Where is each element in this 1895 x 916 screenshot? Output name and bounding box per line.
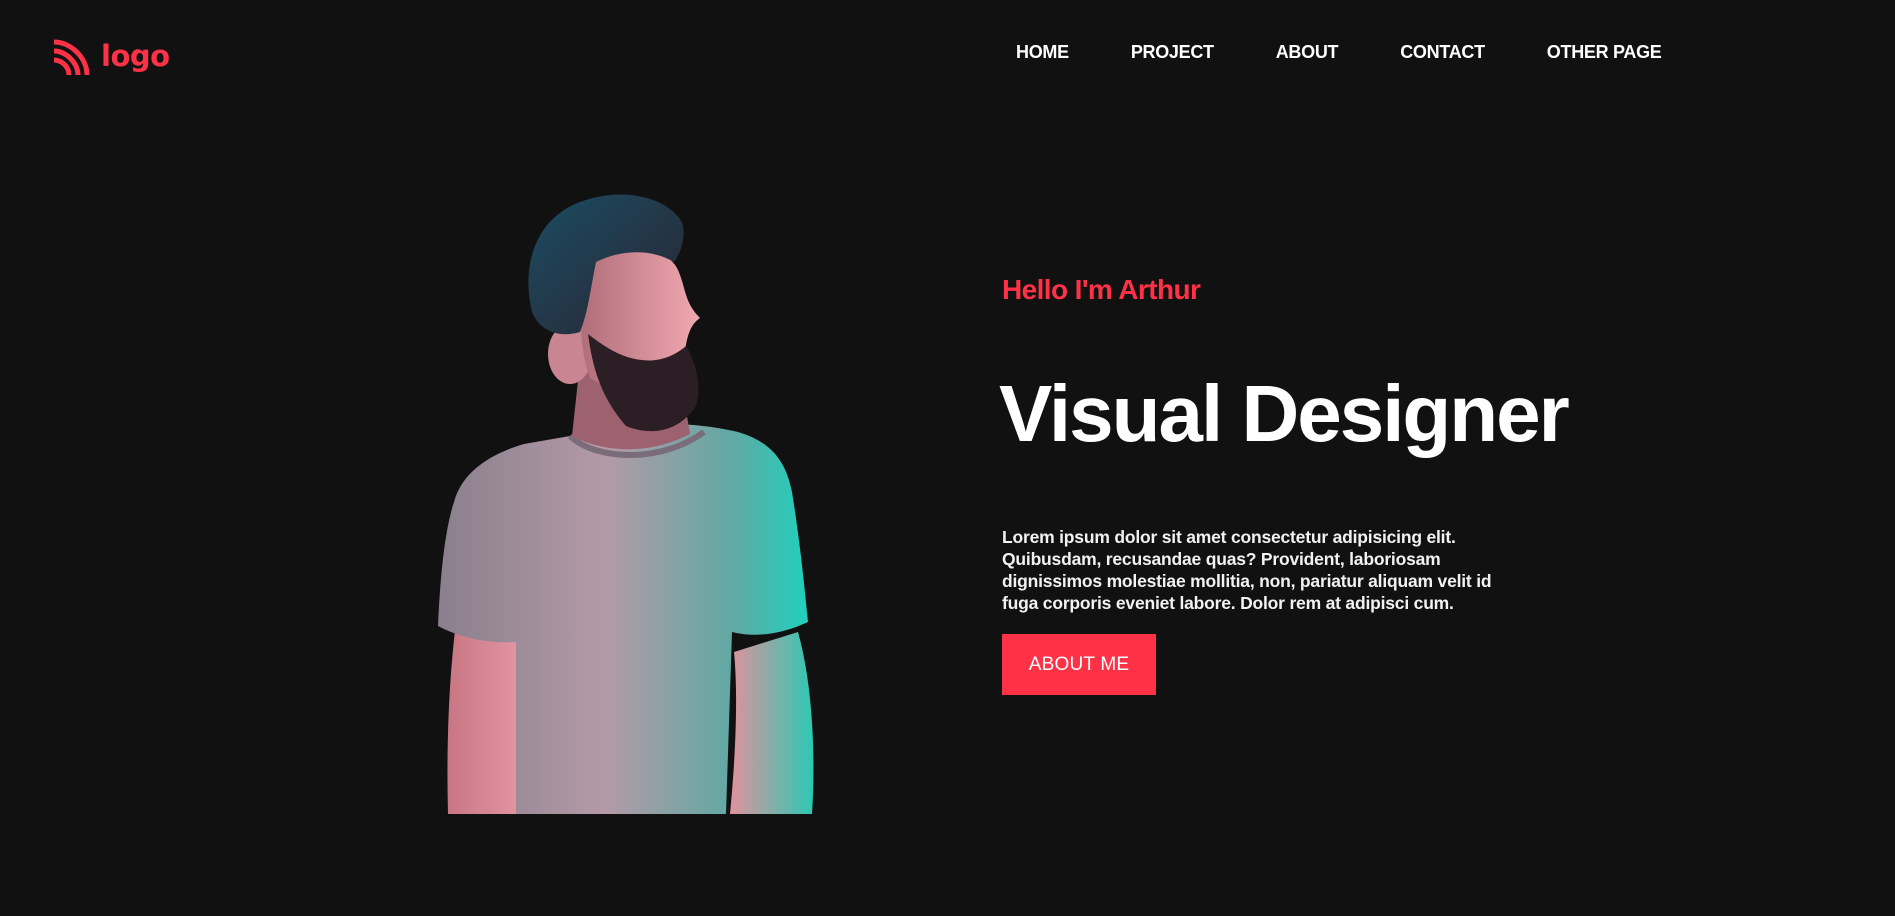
nav-item-project[interactable]: PROJECT xyxy=(1131,42,1214,63)
about-me-button[interactable]: ABOUT ME xyxy=(1002,634,1156,695)
wifi-arcs-icon xyxy=(53,39,90,76)
nav-item-contact[interactable]: CONTACT xyxy=(1400,42,1485,63)
main-nav: HOME PROJECT ABOUT CONTACT OTHER PAGE xyxy=(1016,42,1662,63)
nav-item-home[interactable]: HOME xyxy=(1016,42,1069,63)
bio-paragraph: Lorem ipsum dolor sit amet consectetur a… xyxy=(1002,527,1492,613)
page: logo HOME PROJECT ABOUT CONTACT OTHER PA… xyxy=(0,0,1895,916)
greeting-heading: Hello I'm Arthur xyxy=(1002,274,1201,305)
page-title: Visual Designer xyxy=(999,369,1570,458)
nav-item-other-page[interactable]: OTHER PAGE xyxy=(1547,42,1662,63)
logo-text: logo xyxy=(101,38,170,73)
portrait-photo xyxy=(438,194,814,814)
logo-link[interactable]: logo xyxy=(51,38,170,78)
nav-item-about[interactable]: ABOUT xyxy=(1276,42,1339,63)
